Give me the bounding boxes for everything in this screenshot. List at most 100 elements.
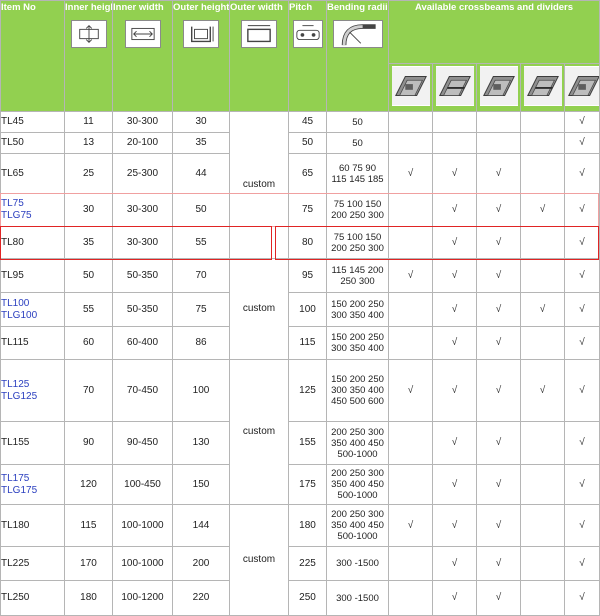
check-mark: √: [495, 478, 502, 490]
check-mark: √: [539, 204, 546, 215]
crossbeam-check-cell: √: [564, 504, 600, 547]
inner-width-cell: 100-1000: [112, 546, 173, 581]
crossbeam-check-cell: [388, 546, 433, 581]
crossbeam-frame-photo: [391, 66, 430, 106]
check-mark: √: [451, 337, 458, 348]
bending-radii-text: 75 100 150: [333, 199, 382, 210]
check-mark: √: [539, 303, 546, 315]
crossbeam-check-cell: √: [388, 504, 433, 547]
crossbeam-check-cell: √: [564, 359, 600, 422]
crossbeam-check-cell: √: [432, 504, 477, 547]
bending-radii-text: 150 200 250: [331, 298, 384, 310]
bending-radii-text: 200 250 300: [331, 426, 384, 438]
chain-spec-table: Item No Inner height Inner width: [0, 0, 600, 616]
inner-height-icon: [70, 20, 107, 48]
crossbeam-check-cell: √: [476, 580, 521, 616]
crossbeam-check-cell: √: [432, 193, 477, 227]
table-row: TL65 25 25-300 44 65 60 75 90 115 145 185 √ √ √ √: [0, 153, 600, 194]
crossbeam-check-cell: √: [476, 292, 521, 327]
bending-radii-text: 150 200 250: [331, 332, 384, 343]
check-mark: √: [579, 116, 585, 127]
inner-width-cell: 30-300: [112, 193, 173, 227]
table-row: TL95 50 50-350 70 custom 95 115 145 200 250 300…: [0, 258, 600, 360]
check-mark: √: [495, 519, 502, 531]
check-mark: √: [451, 592, 458, 603]
item-no-cell: TL65: [0, 153, 65, 194]
bending-radii-cell: 75 100 150 200 250 300: [326, 193, 389, 227]
crossbeam-type-header: [476, 63, 521, 112]
crossbeam-check-cell: √: [564, 580, 600, 616]
check-mark: √: [495, 204, 502, 215]
table-row: TL100 TLG100 55 50-350 75 100 150 200 250 300 3…: [0, 292, 600, 327]
inner-height-cell: 25: [64, 153, 113, 194]
inner-height-cell: 13: [64, 132, 113, 154]
header-bending-radii: Bending radii: [326, 0, 389, 112]
bending-radii-cell: 60 75 90 115 145 185: [326, 153, 389, 194]
crossbeam-check-cell: [388, 132, 433, 154]
crossbeam-check-cell: √: [564, 292, 600, 327]
bending-radii-text: 200 250 300: [331, 210, 384, 221]
outer-height-cell: 100: [172, 359, 230, 422]
table-row: TL50 13 20-100 35 50 50 √: [0, 132, 600, 154]
pitch-cell: 65: [288, 153, 327, 194]
check-mark: √: [495, 303, 502, 315]
bending-radii-text: 200 250 300: [331, 509, 384, 520]
item-no-cell: TL95: [0, 258, 65, 293]
outer-width-custom-cell: custom: [229, 111, 289, 259]
crossbeam-type-header: [432, 63, 477, 112]
item-no-cell: TL75 TLG75: [0, 193, 65, 227]
header-pitch: Pitch: [288, 0, 327, 112]
check-mark: √: [495, 592, 502, 603]
crossbeam-type-header: [520, 63, 565, 112]
item-no-text: TL250: [1, 592, 30, 603]
crossbeam-check-cell: √: [476, 546, 521, 581]
item-no-text: TLG175: [1, 484, 38, 496]
check-mark: √: [451, 557, 458, 569]
outer-width-custom-cell: custom: [229, 359, 289, 505]
crossbeam-check-cell: [520, 132, 565, 154]
check-mark: √: [451, 236, 458, 248]
crossbeam-wide-photo: [435, 66, 474, 106]
check-mark: √: [495, 167, 502, 179]
bending-radii-text: 300 350 400: [331, 309, 384, 321]
bending-radii-cell: 75 100 150 200 250 300: [326, 226, 389, 259]
inner-height-cell: 115: [64, 504, 113, 547]
crossbeam-check-cell: √: [476, 504, 521, 547]
outer-height-cell: 220: [172, 580, 230, 616]
crossbeam-check-cell: [520, 464, 565, 505]
check-mark: √: [579, 592, 585, 603]
pitch-cell: 100: [288, 292, 327, 327]
bending-radii-text: 450 500 600: [331, 396, 384, 407]
check-mark: √: [495, 437, 502, 448]
bending-radii-text: 50: [352, 137, 363, 149]
inner-width-cell: 70-450: [112, 359, 173, 422]
outer-height-cell: 86: [172, 326, 230, 360]
crossbeam-divider-photo: [565, 66, 599, 106]
crossbeam-check-cell: [388, 111, 433, 133]
item-no-cell: TL155: [0, 421, 65, 465]
crossbeam-check-cell: [388, 326, 433, 360]
item-no-cell: TL45: [0, 111, 65, 133]
crossbeam-check-cell: √: [476, 464, 521, 505]
crossbeam-check-cell: √: [564, 226, 600, 259]
crossbeam-check-cell: √: [476, 258, 521, 293]
bending-radii-cell: 50: [326, 132, 389, 154]
crossbeam-check-cell: [388, 580, 433, 616]
bending-radii-text: 115 145 200: [331, 264, 384, 276]
crossbeam-check-cell: [476, 132, 521, 154]
inner-height-cell: 180: [64, 580, 113, 616]
pitch-cell: 250: [288, 580, 327, 616]
table-row: TL155 90 90-450 130 155 200 250 300 350 400 45…: [0, 421, 600, 465]
check-mark: √: [579, 204, 585, 215]
item-no-text: TL80: [1, 236, 24, 248]
check-mark: √: [495, 269, 502, 281]
inner-width-cell: 30-300: [112, 111, 173, 133]
crossbeam-check-cell: [520, 153, 565, 194]
bending-radii-cell: 150 200 250 300 350 400: [326, 326, 389, 360]
crossbeam-check-cell: √: [476, 326, 521, 360]
check-mark: √: [579, 557, 585, 569]
outer-height-cell: 44: [172, 153, 230, 194]
check-mark: √: [579, 137, 585, 148]
item-no-cell: TL100 TLG100: [0, 292, 65, 327]
outer-height-cell: 200: [172, 546, 230, 581]
